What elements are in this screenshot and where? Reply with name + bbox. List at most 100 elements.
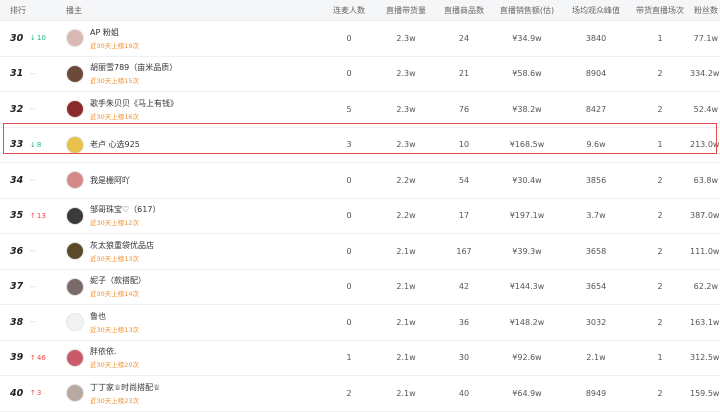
product-count: 30	[458, 353, 470, 363]
avatar[interactable]	[66, 313, 84, 332]
table-row[interactable]: 30 ↓ 10 AP 粉姐 近30天上榜19次 0 2.3w 24 ¥34.9w…	[0, 21, 720, 57]
table-row[interactable]: 31 -- 胡丽雪789（亩米品质） 近30天上榜15次 0 2.3w 21 ¥…	[0, 57, 720, 92]
anchor-cell[interactable]: AP 粉姐 近30天上榜19次	[60, 27, 322, 50]
anchor-name[interactable]: 灰太狼重袋优品店	[90, 240, 154, 251]
sales-amount: ¥144.3w	[509, 282, 545, 292]
anchor-cell[interactable]: 妮子（款搭配） 近30天上榜14次	[60, 275, 322, 298]
rank-number: 39	[10, 352, 24, 364]
anchor-name[interactable]: 邹哥珠宝♡（617）	[90, 204, 160, 215]
anchor-name[interactable]: 老卢 心选925	[90, 139, 140, 150]
rank-cell: 33 ↓ 8	[0, 139, 60, 150]
product-count: 17	[458, 211, 470, 221]
product-count: 54	[458, 175, 470, 185]
rank-cell: 30 ↓ 10	[0, 33, 60, 44]
anchor-cell[interactable]: 胡丽雪789（亩米品质） 近30天上榜15次	[60, 62, 322, 85]
rank-change-up-arrow-icon: ↑	[30, 389, 36, 398]
anchor-cell[interactable]: 灰太狼重袋优品店 近30天上榜13次	[60, 240, 322, 263]
rank-change-value: 8	[36, 140, 42, 149]
table-row[interactable]: 39 ↑ 46 胖依依. 近30天上榜20次 1 2.1w 30 ¥92.6w …	[0, 341, 720, 376]
avatar[interactable]	[66, 171, 84, 190]
table-row[interactable]: 34 -- 我是栅阿吖 0 2.2w 54 ¥30.4w 3856 2 63.8…	[0, 163, 720, 199]
peak-viewers: 8427	[585, 104, 607, 114]
table-row[interactable]: 33 ↓ 8 老卢 心选925 3 2.3w 10 ¥168.5w 9.6w 1…	[0, 128, 720, 163]
anchor-name[interactable]: AP 粉姐	[90, 27, 139, 38]
session-count: 1	[657, 140, 663, 150]
anchor-name[interactable]: 胡丽雪789（亩米品质）	[90, 62, 177, 73]
mic-count: 0	[346, 33, 352, 43]
fan-count: 213.0w	[690, 140, 720, 150]
avatar[interactable]	[66, 348, 84, 367]
rank-change: --	[30, 176, 35, 184]
mic-count: 0	[346, 69, 352, 79]
rank-change-up-arrow-icon: ↑	[30, 211, 36, 220]
rank-change-value: --	[30, 176, 36, 185]
rank-cell: 36 --	[0, 246, 60, 257]
peak-viewers: 8904	[585, 69, 607, 79]
header-mic[interactable]: 连麦人数	[322, 5, 376, 16]
anchor-name[interactable]: 我是栅阿吖	[90, 175, 130, 186]
mic-count: 1	[346, 353, 352, 363]
rank-change: --	[30, 247, 35, 255]
header-fans[interactable]: 粉丝数	[690, 5, 720, 16]
fan-count: 63.8w	[693, 175, 718, 185]
anchor-cell[interactable]: 我是栅阿吖	[60, 171, 322, 190]
header-products[interactable]: 直播商品数	[436, 5, 492, 16]
anchor-cell[interactable]: 胖依依. 近30天上榜20次	[60, 346, 322, 369]
anchor-name[interactable]: 丁丁家♕时尚搭配♕	[90, 382, 160, 393]
header-rank[interactable]: 排行	[0, 5, 60, 16]
rank-change-down-arrow-icon: ↓	[30, 140, 36, 149]
rank-number: 31	[10, 68, 24, 80]
header-peak-viewers[interactable]: 场均观众峰值	[562, 5, 630, 16]
avatar[interactable]	[66, 277, 84, 296]
rank-number: 30	[10, 32, 24, 44]
fan-count: 77.1w	[693, 33, 718, 43]
anchor-cell[interactable]: 丁丁家♕时尚搭配♕ 近30天上榜23次	[60, 382, 322, 405]
session-count: 2	[657, 104, 663, 114]
anchor-cell[interactable]: 鲁也 近30天上榜13次	[60, 311, 322, 334]
live-sales: 2.3w	[396, 33, 416, 43]
rank-change-value: 13	[36, 211, 46, 220]
mic-count: 0	[346, 211, 352, 221]
avatar[interactable]	[66, 100, 84, 119]
rank-cell: 39 ↑ 46	[0, 352, 60, 363]
rank-change: --	[30, 283, 35, 291]
rank-cell: 32 --	[0, 104, 60, 115]
rank-number: 40	[10, 387, 24, 399]
table-row[interactable]: 38 -- 鲁也 近30天上榜13次 0 2.1w 36 ¥148.2w 303…	[0, 305, 720, 341]
header-sales-amount[interactable]: 直播销售额(估)	[492, 5, 562, 16]
rank-cell: 40 ↑ 3	[0, 388, 60, 399]
anchor-rank-history: 近30天上榜13次	[90, 325, 140, 334]
anchor-cell[interactable]: 歌手朱贝贝《马上有钱》 近30天上榜16次	[60, 98, 322, 121]
avatar[interactable]	[66, 135, 84, 154]
table-body: 30 ↓ 10 AP 粉姐 近30天上榜19次 0 2.3w 24 ¥34.9w…	[0, 21, 720, 412]
header-sessions[interactable]: 带货直播场次	[630, 5, 690, 16]
table-row[interactable]: 35 ↑ 13 邹哥珠宝♡（617） 近30天上榜12次 0 2.2w 17 ¥…	[0, 199, 720, 234]
live-sales: 2.1w	[396, 317, 416, 327]
rank-change-value: --	[30, 318, 36, 327]
table-row[interactable]: 32 -- 歌手朱贝贝《马上有钱》 近30天上榜16次 5 2.3w 76 ¥3…	[0, 92, 720, 128]
anchor-cell[interactable]: 邹哥珠宝♡（617） 近30天上榜12次	[60, 204, 322, 227]
rank-number: 33	[10, 139, 24, 151]
avatar[interactable]	[66, 242, 84, 261]
avatar[interactable]	[66, 29, 84, 48]
peak-viewers: 2.1w	[586, 353, 606, 363]
avatar[interactable]	[66, 64, 84, 83]
table-row[interactable]: 37 -- 妮子（款搭配） 近30天上榜14次 0 2.1w 42 ¥144.3…	[0, 270, 720, 305]
anchor-name[interactable]: 妮子（款搭配）	[90, 275, 146, 286]
anchor-cell[interactable]: 老卢 心选925	[60, 135, 322, 154]
avatar[interactable]	[66, 384, 84, 403]
rank-change: ↓ 10	[30, 34, 46, 42]
anchor-name[interactable]: 鲁也	[90, 311, 139, 322]
peak-viewers: 3032	[585, 317, 607, 327]
anchor-name[interactable]: 胖依依.	[90, 346, 139, 357]
fan-count: 111.0w	[690, 246, 720, 256]
session-count: 2	[657, 246, 663, 256]
table-row[interactable]: 36 -- 灰太狼重袋优品店 近30天上榜13次 0 2.1w 167 ¥39.…	[0, 234, 720, 270]
fan-count: 62.2w	[693, 282, 718, 292]
header-live-sales[interactable]: 直播带货量	[376, 5, 436, 16]
avatar[interactable]	[66, 206, 84, 225]
rank-change: --	[30, 318, 35, 326]
anchor-name[interactable]: 歌手朱贝贝《马上有钱》	[90, 98, 178, 109]
rank-change: ↑ 13	[30, 212, 46, 220]
table-row[interactable]: 40 ↑ 3 丁丁家♕时尚搭配♕ 近30天上榜23次 2 2.1w 40 ¥64…	[0, 376, 720, 412]
